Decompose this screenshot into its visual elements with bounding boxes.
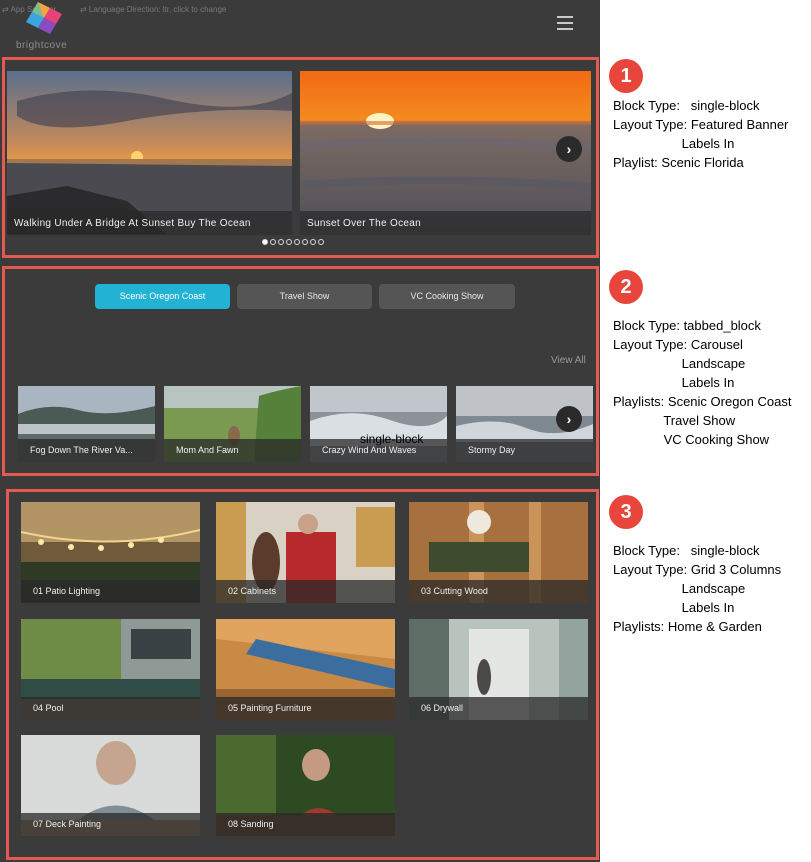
logo-text: brightcove bbox=[16, 40, 68, 51]
block-3-highlight bbox=[6, 489, 599, 860]
hamburger-menu-icon[interactable] bbox=[557, 16, 573, 30]
annotation-badge-1: 1 bbox=[609, 59, 643, 93]
block-1-highlight bbox=[2, 57, 599, 258]
annotation-note-3: Block Type: single-block Layout Type: Gr… bbox=[613, 543, 782, 634]
annotation-badge-2: 2 bbox=[609, 270, 643, 304]
annotation-badge-3: 3 bbox=[609, 495, 643, 529]
screenshot-root: ⇄ App Selector ⇄ Language Direction: ltr… bbox=[0, 0, 811, 862]
annotation-note-1: Block Type: single-block Layout Type: Fe… bbox=[613, 98, 789, 170]
top-bar: ⇄ App Selector ⇄ Language Direction: ltr… bbox=[0, 0, 600, 51]
language-direction-link[interactable]: ⇄ Language Direction: ltr, click to chan… bbox=[80, 5, 226, 14]
annotation-note-2: Block Type: tabbed_block Layout Type: Ca… bbox=[613, 318, 792, 447]
block-2-highlight bbox=[2, 266, 599, 476]
